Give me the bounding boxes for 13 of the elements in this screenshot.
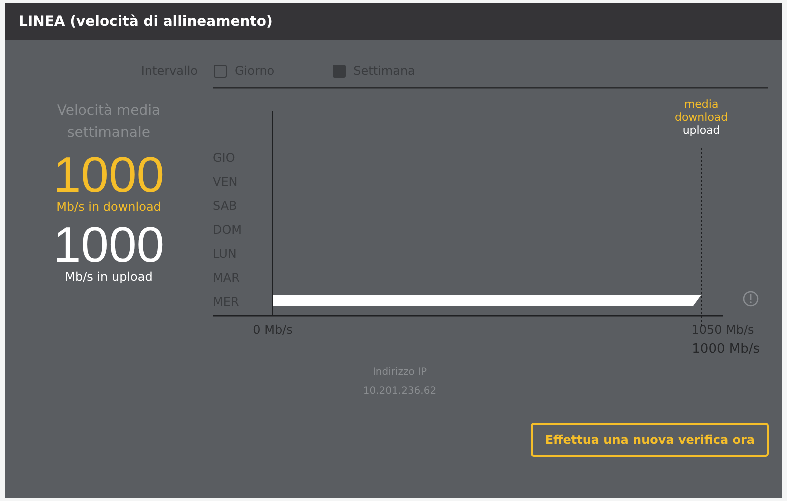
download-unit: Mb/s in download [56, 200, 162, 214]
info-icon[interactable] [743, 291, 759, 307]
upload-speed: 1000 [53, 218, 165, 272]
panel-title: LINEA (velocità di allineamento) [19, 14, 273, 30]
checkbox[interactable] [332, 64, 346, 78]
download-speed: 1000 [53, 148, 165, 202]
checkbox[interactable] [214, 64, 227, 78]
speed-reading: 1000 Mb/s [692, 342, 760, 357]
average-label: media [684, 98, 719, 111]
average-label: upload [682, 124, 720, 137]
upload-unit: Mb/s in upload [65, 270, 153, 284]
new-test-button[interactable]: Effettua una nuova verifica ora [531, 423, 769, 457]
average-label: download [674, 111, 728, 124]
